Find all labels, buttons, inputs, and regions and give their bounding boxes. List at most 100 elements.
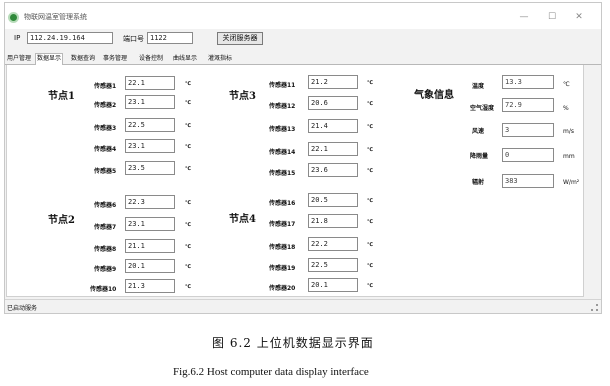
sensor-value-field[interactable]: 20.6 xyxy=(308,96,358,110)
node-4-title: 节点4 xyxy=(229,214,256,225)
sensor-unit: ℃ xyxy=(367,101,374,107)
sensor-label: 传感器7 xyxy=(94,224,117,231)
weather-value-humidity[interactable]: 72.9 xyxy=(502,98,554,112)
sensor-value-field[interactable]: 22.1 xyxy=(125,76,175,90)
sensor-value-field[interactable]: 23.6 xyxy=(308,163,358,177)
figure-caption-zh: 图 6.2 上位机数据显示界面 xyxy=(212,336,374,350)
sensor-value-field[interactable]: 22.3 xyxy=(125,195,175,209)
weather-value-rainfall[interactable]: 0 xyxy=(502,148,554,162)
close-icon[interactable]: ✕ xyxy=(571,10,587,24)
sensor-value-field[interactable]: 21.2 xyxy=(308,75,358,89)
weather-label-radiation: 辐射 xyxy=(472,179,485,186)
status-text: 已启动服务 xyxy=(7,305,38,312)
weather-unit-rainfall: mm xyxy=(563,153,575,160)
sensor-unit: ℃ xyxy=(185,100,192,106)
sensor-value-field[interactable]: 22.1 xyxy=(308,142,358,156)
sensor-unit: ℃ xyxy=(185,144,192,150)
status-bar: 已启动服务 xyxy=(5,299,601,313)
sensor-value-field[interactable]: 23.1 xyxy=(125,95,175,109)
close-server-button[interactable]: 关闭服务器 xyxy=(217,32,263,45)
app-window: 物联网温室管理系统 — ☐ ✕ IP 112.24.19.164 端口号 112… xyxy=(4,2,602,314)
weather-label-rainfall: 降雨量 xyxy=(470,153,489,160)
sensor-label: 传感器16 xyxy=(269,200,296,207)
port-label: 端口号 xyxy=(123,35,144,43)
tab-device-control[interactable]: 设备控制 xyxy=(138,54,164,65)
sensor-value-field[interactable]: 21.4 xyxy=(308,119,358,133)
node-3-title: 节点3 xyxy=(229,91,256,102)
sensor-unit: ℃ xyxy=(367,147,374,153)
sensor-value-field[interactable]: 23.1 xyxy=(125,139,175,153)
sensor-label: 传感器15 xyxy=(269,170,296,177)
node-1-title: 节点1 xyxy=(48,91,75,102)
sensor-label: 传感器5 xyxy=(94,168,117,175)
sensor-unit: ℃ xyxy=(185,81,192,87)
resize-grip-icon[interactable] xyxy=(591,304,598,311)
sensor-value-field[interactable]: 21.1 xyxy=(125,239,175,253)
sensor-label: 传感器12 xyxy=(269,103,296,110)
sensor-value-field[interactable]: 22.2 xyxy=(308,237,358,251)
weather-unit-wind-speed: m/s xyxy=(563,128,574,135)
weather-title: 气象信息 xyxy=(414,90,454,101)
weather-label-wind-speed: 风速 xyxy=(472,128,485,135)
sensor-unit: ℃ xyxy=(185,264,192,270)
sensor-unit: ℃ xyxy=(367,80,374,86)
sensor-unit: ℃ xyxy=(185,284,192,290)
sensor-value-field[interactable]: 23.5 xyxy=(125,161,175,175)
sensor-value-field[interactable]: 22.5 xyxy=(308,258,358,272)
sensor-unit: ℃ xyxy=(367,168,374,174)
sensor-label: 传感器19 xyxy=(269,265,296,272)
sensor-label: 传感器10 xyxy=(90,286,117,293)
port-input[interactable]: 1122 xyxy=(147,32,193,44)
tab-affairs-management[interactable]: 事务管理 xyxy=(102,54,128,65)
tab-user-management[interactable]: 用户管理 xyxy=(6,54,32,65)
sensor-unit: ℃ xyxy=(367,124,374,130)
app-logo-icon xyxy=(8,12,19,23)
sensor-unit: ℃ xyxy=(185,222,192,228)
sensor-label: 传感器20 xyxy=(269,285,296,292)
sensor-value-field[interactable]: 21.8 xyxy=(308,214,358,228)
sensor-unit: ℃ xyxy=(367,242,374,248)
ip-label: IP xyxy=(14,34,21,42)
sensor-unit: ℃ xyxy=(185,244,192,250)
title-bar: 物联网温室管理系统 — ☐ ✕ xyxy=(5,3,601,29)
sensor-label: 传感器18 xyxy=(269,244,296,251)
sensor-value-field[interactable]: 23.1 xyxy=(125,217,175,231)
weather-unit-radiation: W/m² xyxy=(563,179,580,186)
sensor-unit: ℃ xyxy=(367,198,374,204)
figure-caption-en: Fig.6.2 Host computer data display inter… xyxy=(173,366,369,378)
sensor-unit: ℃ xyxy=(185,123,192,129)
tab-bar: 用户管理 数据显示 数据查询 事务管理 设备控制 曲线显示 灌溉指标 xyxy=(5,53,601,66)
maximize-icon[interactable]: ☐ xyxy=(544,10,560,24)
sensor-unit: ℃ xyxy=(185,166,192,172)
sensor-label: 传感器6 xyxy=(94,202,117,209)
sensor-label: 传感器8 xyxy=(94,246,117,253)
sensor-value-field[interactable]: 20.1 xyxy=(125,259,175,273)
tab-data-query[interactable]: 数据查询 xyxy=(70,54,96,65)
tab-curve-display[interactable]: 曲线显示 xyxy=(172,54,198,65)
sensor-value-field[interactable]: 22.5 xyxy=(125,118,175,132)
sensor-value-field[interactable]: 20.5 xyxy=(308,193,358,207)
sensor-unit: ℃ xyxy=(367,283,374,289)
data-display-panel: 节点1 传感器1 22.1 ℃ 传感器2 23.1 ℃ 传感器3 22.5 ℃ … xyxy=(6,65,584,297)
weather-unit-temperature: ℃ xyxy=(563,81,570,88)
sensor-label: 传感器1 xyxy=(94,83,117,90)
weather-value-wind-speed[interactable]: 3 xyxy=(502,123,554,137)
node-2-title: 节点2 xyxy=(48,215,75,226)
weather-label-temperature: 温度 xyxy=(472,83,485,90)
weather-value-temperature[interactable]: 13.3 xyxy=(502,75,554,89)
weather-value-radiation[interactable]: 383 xyxy=(502,174,554,188)
tab-irrigation-index[interactable]: 灌溉指标 xyxy=(207,54,233,65)
sensor-value-field[interactable]: 21.3 xyxy=(125,279,175,293)
sensor-unit: ℃ xyxy=(367,219,374,225)
sensor-label: 传感器17 xyxy=(269,221,296,228)
sensor-value-field[interactable]: 20.1 xyxy=(308,278,358,292)
sensor-unit: ℃ xyxy=(367,263,374,269)
weather-unit-humidity: % xyxy=(563,105,569,112)
minimize-icon[interactable]: — xyxy=(516,10,532,24)
sensor-label: 传感器11 xyxy=(269,82,296,89)
ip-input[interactable]: 112.24.19.164 xyxy=(27,32,113,44)
window-title: 物联网温室管理系统 xyxy=(24,13,87,21)
sensor-label: 传感器14 xyxy=(269,149,296,156)
weather-label-humidity: 空气湿度 xyxy=(470,105,495,112)
connection-bar: IP 112.24.19.164 端口号 1122 关闭服务器 xyxy=(5,31,601,47)
